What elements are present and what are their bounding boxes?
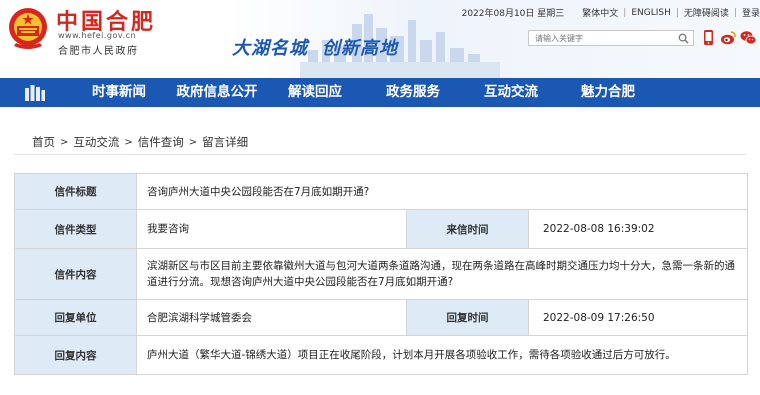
table-row: 信件内容 滨湖新区与市区目前主要依靠徽州大道与包河大道两条道路沟通，现在两条道路… — [14, 248, 749, 300]
letter-content-value: 滨湖新区与市区目前主要依靠徽州大道与包河大道两条道路沟通，现在两条道路在高峰时期… — [135, 248, 749, 300]
divider — [14, 154, 746, 155]
national-emblem-icon — [9, 8, 47, 49]
table-row: 回复内容 庐州大道（繁华大道-锦绣大道）项目正在收尾阶段，计划本月开展各项验收工… — [14, 335, 749, 375]
search-box — [528, 30, 694, 46]
breadcrumb-separator: > — [60, 136, 69, 148]
main-navigation: 时事新闻 政府信息公开 解读回应 政务服务 互动交流 魅力合肥 — [0, 78, 760, 107]
separator: | — [733, 7, 737, 18]
slogan-part-1: 大湖名城 — [232, 38, 308, 59]
table-row: 信件类型 我要咨询 来信时间 2022-08-08 16:39:02 — [14, 209, 749, 249]
breadcrumb-separator: > — [188, 136, 198, 148]
letter-title-value: 咨询庐州大道中央公园段能否在7月底如期开通? — [135, 173, 749, 210]
english-link[interactable]: ENGLISH — [631, 8, 671, 18]
nav-item-interaction[interactable]: 互动交流 — [462, 78, 560, 107]
nav-item-government-info[interactable]: 政府信息公开 — [168, 78, 266, 107]
reply-unit-label: 回复单位 — [14, 299, 137, 336]
nav-item-charm-hefei[interactable]: 魅力合肥 — [560, 78, 656, 107]
nav-item-news[interactable]: 时事新闻 — [70, 78, 168, 107]
letter-title-label: 信件标题 — [14, 173, 137, 210]
reply-time-value: 2022-08-09 17:26:50 — [527, 299, 749, 336]
site-organization: 合肥市人民政府 — [58, 46, 139, 57]
traditional-chinese-link[interactable]: 繁体中文 — [582, 6, 618, 19]
wechat-icon[interactable] — [740, 29, 757, 46]
search-input[interactable] — [529, 33, 669, 43]
nav-item-government-services[interactable]: 政务服务 — [364, 78, 462, 107]
reply-time-label: 回复时间 — [406, 299, 529, 336]
separator: | — [675, 7, 679, 18]
home-icon — [25, 84, 45, 101]
letter-content-label: 信件内容 — [14, 248, 137, 300]
reply-content-value: 庐州大道（繁华大道-锦绣大道）项目正在收尾阶段，计划本月开展各项验收工作，需待各… — [135, 335, 749, 375]
letter-type-label: 信件类型 — [14, 209, 137, 249]
nav-home[interactable] — [0, 78, 70, 107]
slogan: 大湖名城 创新高地 — [232, 34, 398, 60]
table-row: 信件标题 咨询庐州大道中央公园段能否在7月底如期开通? — [14, 173, 749, 210]
letter-date-value: 2022-08-08 16:39:02 — [527, 209, 749, 249]
current-date: 2022年08月10日 星期三 — [461, 9, 565, 19]
table-row: 回复单位 合肥滨湖科学城管委会 回复时间 2022-08-09 17:26:50 — [14, 299, 749, 336]
breadcrumb-separator: > — [124, 136, 133, 148]
letter-date-label: 来信时间 — [406, 209, 529, 249]
breadcrumb-home[interactable]: 首页 — [32, 134, 55, 150]
nav-item-interpretation[interactable]: 解读回应 — [266, 78, 364, 107]
breadcrumb-current: 留言详细 — [202, 135, 249, 149]
breadcrumb: 首页 > 互动交流 > 信件查询 > 留言详细 — [32, 134, 248, 150]
reply-content-label: 回复内容 — [14, 335, 137, 375]
site-header: 中国合肥 www.hefei.gov.cn 合肥市人民政府 大湖名城 创新高地 2… — [0, 0, 760, 78]
breadcrumb-letter-query[interactable]: 信件查询 — [138, 134, 184, 150]
mobile-icon[interactable] — [700, 29, 717, 46]
weibo-icon[interactable] — [720, 29, 737, 46]
slogan-part-2: 创新高地 — [322, 38, 398, 59]
breadcrumb-interaction[interactable]: 互动交流 — [73, 134, 119, 150]
login-link[interactable]: 登录 — [742, 6, 760, 19]
top-utility-bar: 2022年08月10日 星期三 繁体中文 | ENGLISH | 无障碍阅读 |… — [461, 6, 760, 20]
letter-type-value: 我要咨询 — [136, 209, 407, 249]
search-icon[interactable] — [678, 33, 689, 44]
letter-detail-table: 信件标题 咨询庐州大道中央公园段能否在7月底如期开通? 信件类型 我要咨询 来信… — [14, 173, 749, 375]
separator: | — [623, 7, 627, 18]
accessibility-link[interactable]: 无障碍阅读 — [684, 6, 729, 19]
reply-unit-value: 合肥滨湖科学城管委会 — [136, 299, 407, 336]
site-url: www.hefei.gov.cn — [58, 31, 137, 40]
